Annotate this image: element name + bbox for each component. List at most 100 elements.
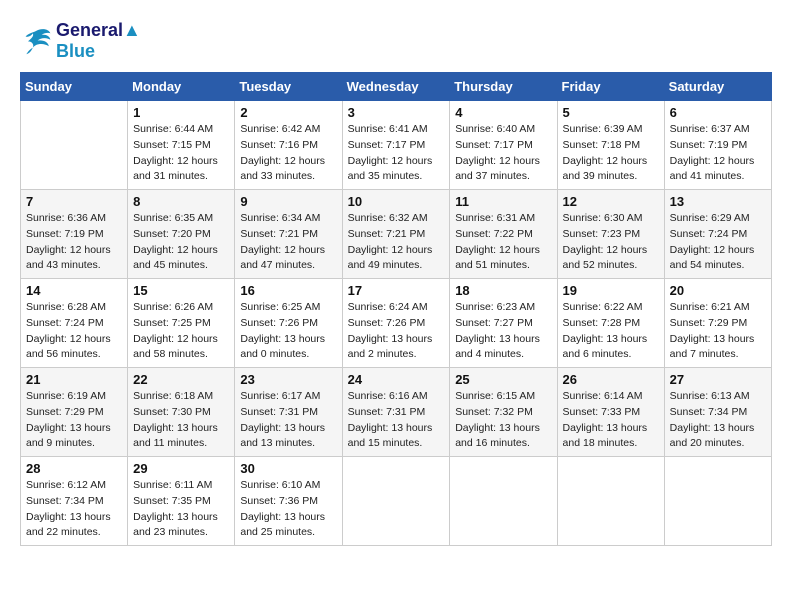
- day-number: 1: [133, 105, 229, 120]
- day-number: 23: [240, 372, 336, 387]
- calendar-cell: 17 Sunrise: 6:24 AMSunset: 7:26 PMDayligh…: [342, 279, 450, 368]
- calendar-cell: 21 Sunrise: 6:19 AMSunset: 7:29 PMDayligh…: [21, 368, 128, 457]
- day-info: Sunrise: 6:29 AMSunset: 7:24 PMDaylight:…: [670, 211, 766, 274]
- day-number: 30: [240, 461, 336, 476]
- day-number: 21: [26, 372, 122, 387]
- weekday-header-tuesday: Tuesday: [235, 73, 342, 101]
- weekday-header-thursday: Thursday: [450, 73, 557, 101]
- day-info: Sunrise: 6:12 AMSunset: 7:34 PMDaylight:…: [26, 478, 122, 541]
- day-info: Sunrise: 6:18 AMSunset: 7:30 PMDaylight:…: [133, 389, 229, 452]
- calendar-cell: 6 Sunrise: 6:37 AMSunset: 7:19 PMDaylight…: [664, 101, 771, 190]
- calendar-cell: [664, 457, 771, 546]
- day-number: 7: [26, 194, 122, 209]
- calendar-cell: 3Sunrise: 6:41 AMSunset: 7:17 PMDaylight…: [342, 101, 450, 190]
- day-number: 15: [133, 283, 229, 298]
- day-number: 5: [563, 105, 659, 120]
- day-number: 4: [455, 105, 551, 120]
- calendar-cell: 4 Sunrise: 6:40 AMSunset: 7:17 PMDaylight…: [450, 101, 557, 190]
- calendar-cell: [557, 457, 664, 546]
- day-number: 16: [240, 283, 336, 298]
- calendar-header-row: SundayMondayTuesdayWednesdayThursdayFrid…: [21, 73, 772, 101]
- calendar-cell: [342, 457, 450, 546]
- calendar-cell: 27 Sunrise: 6:13 AMSunset: 7:34 PMDayligh…: [664, 368, 771, 457]
- weekday-header-monday: Monday: [128, 73, 235, 101]
- day-number: 19: [563, 283, 659, 298]
- day-number: 12: [563, 194, 659, 209]
- calendar-cell: 11Sunrise: 6:31 AMSunset: 7:22 PMDayligh…: [450, 190, 557, 279]
- calendar-cell: 23 Sunrise: 6:17 AMSunset: 7:31 PMDayligh…: [235, 368, 342, 457]
- day-number: 3: [348, 105, 445, 120]
- calendar-cell: 18 Sunrise: 6:23 AMSunset: 7:27 PMDayligh…: [450, 279, 557, 368]
- calendar-table: SundayMondayTuesdayWednesdayThursdayFrid…: [20, 72, 772, 546]
- weekday-header-sunday: Sunday: [21, 73, 128, 101]
- day-number: 25: [455, 372, 551, 387]
- calendar-cell: 19Sunrise: 6:22 AMSunset: 7:28 PMDayligh…: [557, 279, 664, 368]
- logo-bird-icon: [20, 27, 52, 55]
- day-number: 28: [26, 461, 122, 476]
- day-number: 24: [348, 372, 445, 387]
- day-info: Sunrise: 6:23 AMSunset: 7:27 PMDaylight:…: [455, 300, 551, 363]
- day-number: 13: [670, 194, 766, 209]
- calendar-body: 1 Sunrise: 6:44 AMSunset: 7:15 PMDaylight…: [21, 101, 772, 546]
- day-number: 6: [670, 105, 766, 120]
- day-number: 2: [240, 105, 336, 120]
- calendar-cell: 10Sunrise: 6:32 AMSunset: 7:21 PMDayligh…: [342, 190, 450, 279]
- calendar-cell: 8 Sunrise: 6:35 AMSunset: 7:20 PMDaylight…: [128, 190, 235, 279]
- calendar-cell: 14 Sunrise: 6:28 AMSunset: 7:24 PMDayligh…: [21, 279, 128, 368]
- page-header: General▲ Blue: [20, 20, 772, 62]
- day-number: 11: [455, 194, 551, 209]
- day-info: Sunrise: 6:14 AMSunset: 7:33 PMDaylight:…: [563, 389, 659, 452]
- day-number: 18: [455, 283, 551, 298]
- calendar-cell: 30Sunrise: 6:10 AMSunset: 7:36 PMDayligh…: [235, 457, 342, 546]
- calendar-cell: 2Sunrise: 6:42 AMSunset: 7:16 PMDaylight…: [235, 101, 342, 190]
- calendar-cell: [450, 457, 557, 546]
- day-number: 20: [670, 283, 766, 298]
- calendar-cell: 13 Sunrise: 6:29 AMSunset: 7:24 PMDayligh…: [664, 190, 771, 279]
- calendar-cell: 26Sunrise: 6:14 AMSunset: 7:33 PMDayligh…: [557, 368, 664, 457]
- day-info: Sunrise: 6:35 AMSunset: 7:20 PMDaylight:…: [133, 211, 229, 274]
- day-info: Sunrise: 6:34 AMSunset: 7:21 PMDaylight:…: [240, 211, 336, 274]
- day-info: Sunrise: 6:16 AMSunset: 7:31 PMDaylight:…: [348, 389, 445, 452]
- day-info: Sunrise: 6:25 AMSunset: 7:26 PMDaylight:…: [240, 300, 336, 363]
- weekday-header-saturday: Saturday: [664, 73, 771, 101]
- day-info: Sunrise: 6:44 AMSunset: 7:15 PMDaylight:…: [133, 122, 229, 185]
- calendar-week-row: 21 Sunrise: 6:19 AMSunset: 7:29 PMDayligh…: [21, 368, 772, 457]
- day-info: Sunrise: 6:11 AMSunset: 7:35 PMDaylight:…: [133, 478, 229, 541]
- calendar-cell: 28 Sunrise: 6:12 AMSunset: 7:34 PMDayligh…: [21, 457, 128, 546]
- day-number: 17: [348, 283, 445, 298]
- day-info: Sunrise: 6:24 AMSunset: 7:26 PMDaylight:…: [348, 300, 445, 363]
- day-info: Sunrise: 6:37 AMSunset: 7:19 PMDaylight:…: [670, 122, 766, 185]
- day-info: Sunrise: 6:28 AMSunset: 7:24 PMDaylight:…: [26, 300, 122, 363]
- day-info: Sunrise: 6:17 AMSunset: 7:31 PMDaylight:…: [240, 389, 336, 452]
- day-number: 8: [133, 194, 229, 209]
- calendar-cell: 22 Sunrise: 6:18 AMSunset: 7:30 PMDayligh…: [128, 368, 235, 457]
- day-info: Sunrise: 6:19 AMSunset: 7:29 PMDaylight:…: [26, 389, 122, 452]
- day-info: Sunrise: 6:13 AMSunset: 7:34 PMDaylight:…: [670, 389, 766, 452]
- day-info: Sunrise: 6:36 AMSunset: 7:19 PMDaylight:…: [26, 211, 122, 274]
- day-number: 27: [670, 372, 766, 387]
- logo: General▲ Blue: [20, 20, 141, 62]
- calendar-cell: 15Sunrise: 6:26 AMSunset: 7:25 PMDayligh…: [128, 279, 235, 368]
- calendar-cell: 12 Sunrise: 6:30 AMSunset: 7:23 PMDayligh…: [557, 190, 664, 279]
- day-number: 22: [133, 372, 229, 387]
- day-number: 14: [26, 283, 122, 298]
- calendar-week-row: 7 Sunrise: 6:36 AMSunset: 7:19 PMDaylight…: [21, 190, 772, 279]
- weekday-header-friday: Friday: [557, 73, 664, 101]
- calendar-cell: 7 Sunrise: 6:36 AMSunset: 7:19 PMDaylight…: [21, 190, 128, 279]
- logo-text: General▲ Blue: [56, 20, 141, 62]
- calendar-cell: 1 Sunrise: 6:44 AMSunset: 7:15 PMDaylight…: [128, 101, 235, 190]
- calendar-cell: 16 Sunrise: 6:25 AMSunset: 7:26 PMDayligh…: [235, 279, 342, 368]
- calendar-cell: 25 Sunrise: 6:15 AMSunset: 7:32 PMDayligh…: [450, 368, 557, 457]
- day-info: Sunrise: 6:15 AMSunset: 7:32 PMDaylight:…: [455, 389, 551, 452]
- day-number: 10: [348, 194, 445, 209]
- weekday-header-wednesday: Wednesday: [342, 73, 450, 101]
- calendar-cell: 9Sunrise: 6:34 AMSunset: 7:21 PMDaylight…: [235, 190, 342, 279]
- calendar-week-row: 1 Sunrise: 6:44 AMSunset: 7:15 PMDaylight…: [21, 101, 772, 190]
- calendar-cell: 5 Sunrise: 6:39 AMSunset: 7:18 PMDaylight…: [557, 101, 664, 190]
- day-info: Sunrise: 6:40 AMSunset: 7:17 PMDaylight:…: [455, 122, 551, 185]
- day-info: Sunrise: 6:39 AMSunset: 7:18 PMDaylight:…: [563, 122, 659, 185]
- day-info: Sunrise: 6:21 AMSunset: 7:29 PMDaylight:…: [670, 300, 766, 363]
- calendar-cell: 24 Sunrise: 6:16 AMSunset: 7:31 PMDayligh…: [342, 368, 450, 457]
- day-info: Sunrise: 6:30 AMSunset: 7:23 PMDaylight:…: [563, 211, 659, 274]
- calendar-cell: [21, 101, 128, 190]
